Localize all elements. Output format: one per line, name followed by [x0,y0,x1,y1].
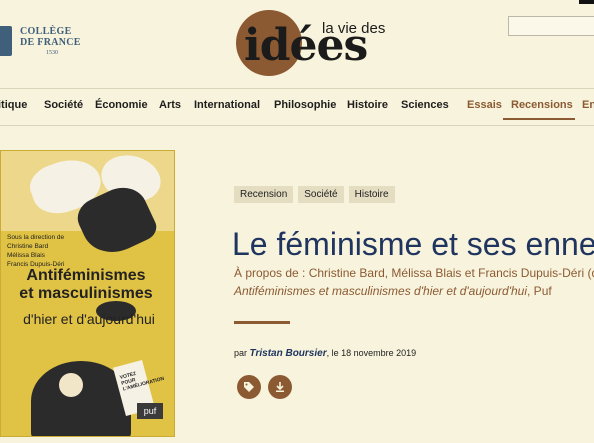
search-input[interactable] [508,16,594,36]
publication-date: , le 18 novembre 2019 [326,348,417,358]
tag-histoire[interactable]: Histoire [348,186,395,203]
book-publisher: , Puf [527,284,552,298]
book-cover[interactable]: Sous la direction de Christine Bard Méli… [0,150,175,437]
cover-editors: Sous la direction de Christine Bard Méli… [7,233,64,269]
article-tags: Recension Société Histoire [234,184,400,203]
download-icon [276,382,284,392]
author-link[interactable]: Tristan Boursier [250,348,327,359]
nav-item-politique[interactable]: itique [0,99,27,111]
article-byline: par Tristan Boursier, le 18 novembre 201… [234,348,416,359]
nav-item-essais[interactable]: Essais [467,99,502,111]
nav-item-arts[interactable]: Arts [159,99,181,111]
nav-item-sciences[interactable]: Sciences [401,99,449,111]
cover-editor-2: Mélissa Blais [7,252,45,259]
nav-item-philosophie[interactable]: Philosophie [274,99,336,111]
nav-item-economie[interactable]: Économie [95,99,148,111]
download-button[interactable] [268,375,292,399]
college-de-france-logo[interactable]: COLLÈGE DE FRANCE 1530 [0,18,104,62]
book-title-link[interactable]: Antiféminismes et masculinismes d'hier e… [234,284,527,298]
nav-item-histoire[interactable]: Histoire [347,99,388,111]
cover-title: Antiféminismes et masculinismes [11,267,161,303]
cover-face-illustration [59,373,83,397]
nav-item-societe[interactable]: Société [44,99,83,111]
cover-editor-1: Christine Bard [7,243,49,250]
logo-la-vie-des: la vie des [322,20,386,37]
cover-title-line2: et masculinismes [19,285,153,302]
college-name-line2: DE FRANCE [20,37,81,48]
tag-societe[interactable]: Société [298,186,344,203]
nav-divider-bottom [0,125,594,126]
nav-item-recensions[interactable]: Recensions [511,99,573,111]
cover-direction-label: Sous la direction de [7,234,65,241]
title-rule [234,321,290,324]
byline-by: par [234,348,248,358]
cover-publisher-logo: puf [137,403,163,419]
article-title: Le féminisme et ses ennem [232,226,594,262]
site-logo[interactable]: idées la vie des [234,6,394,78]
article-book-reference: Antiféminismes et masculinismes d'hier e… [234,284,552,298]
college-name-line1: COLLÈGE [20,26,72,37]
college-name: COLLÈGE DE FRANCE [20,26,81,48]
tag-recension[interactable]: Recension [234,186,294,203]
nav-active-underline [503,118,575,120]
nav-divider-top [0,88,594,89]
corner-block [579,0,594,4]
college-shield-icon [0,26,12,56]
nav-item-entretiens[interactable]: En [582,99,594,111]
tag-icon [244,382,254,392]
cover-title-line1: Antiféminismes [26,267,146,284]
nav-item-international[interactable]: International [194,99,260,111]
tags-button[interactable] [237,375,261,399]
college-year: 1530 [46,50,58,56]
main-nav: itique Société Économie Arts Internation… [0,96,594,118]
article-about: À propos de : Christine Bard, Mélissa Bl… [234,266,594,280]
cover-subtitle: d'hier et d'aujourd'hui [23,311,155,327]
